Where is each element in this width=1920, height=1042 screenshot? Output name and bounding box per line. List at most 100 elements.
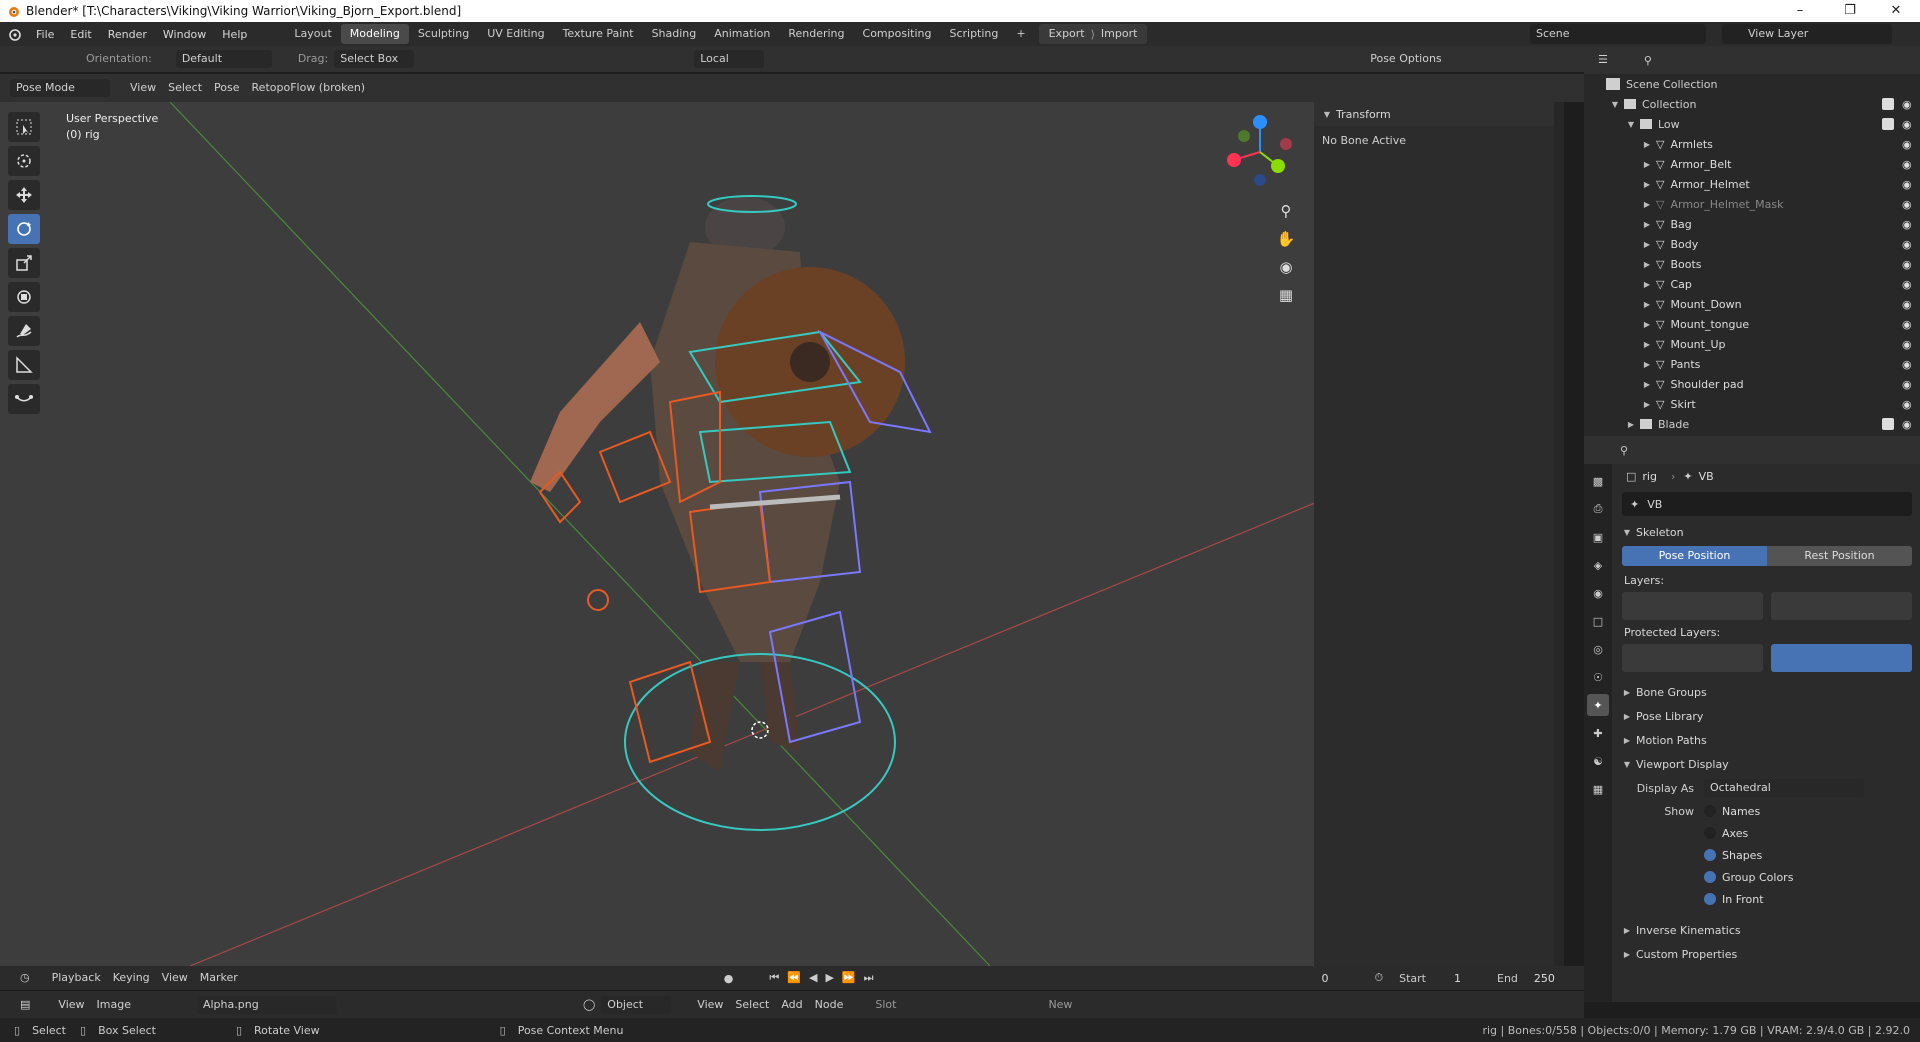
menu-marker[interactable]: Marker bbox=[194, 969, 244, 987]
image-menu-image[interactable]: Image bbox=[91, 996, 137, 1014]
eye-icon[interactable]: ◉ bbox=[1902, 398, 1914, 411]
select-box-tool[interactable] bbox=[8, 112, 40, 142]
slot-dropdown[interactable]: Slot bbox=[869, 996, 902, 1014]
outliner-object-row[interactable]: ▶ ▽ Body ◉ bbox=[1584, 234, 1920, 254]
display-as-dropdown[interactable]: Octahedral bbox=[1704, 779, 1864, 797]
tab-rendering[interactable]: Rendering bbox=[779, 24, 853, 44]
mode-dropdown[interactable]: Pose Mode bbox=[10, 79, 110, 97]
filter-search-icon[interactable]: ⚲ bbox=[1644, 54, 1652, 67]
outliner-object-row[interactable]: ▶ ▽ Armor_Belt ◉ bbox=[1584, 154, 1920, 174]
menu-timeline-view[interactable]: View bbox=[156, 969, 194, 987]
checkbox-icon[interactable] bbox=[1704, 871, 1716, 883]
tab-compositing[interactable]: Compositing bbox=[854, 24, 941, 44]
tab-modeling[interactable]: Modeling bbox=[340, 24, 409, 44]
eye-icon[interactable]: ◉ bbox=[1902, 358, 1914, 371]
cursor-tool[interactable] bbox=[8, 146, 40, 176]
eye-icon[interactable]: ◉ bbox=[1902, 158, 1914, 171]
node-menu-add[interactable]: Add bbox=[775, 996, 808, 1014]
editor-type-icon[interactable]: ☰ bbox=[1592, 51, 1614, 69]
pivot-dropdown[interactable]: Local bbox=[694, 50, 765, 68]
show-option-row[interactable]: Axes bbox=[1614, 822, 1920, 844]
sidebar-tabs[interactable] bbox=[1554, 102, 1564, 966]
checkbox-icon[interactable] bbox=[1882, 118, 1894, 130]
motion-paths-panel[interactable]: ▶ Motion Paths bbox=[1614, 728, 1920, 752]
annotate-tool[interactable] bbox=[8, 316, 40, 346]
tab-scripting[interactable]: Scripting bbox=[940, 24, 1007, 44]
constraints-tab-icon[interactable]: ☉ bbox=[1587, 666, 1609, 688]
outliner-low[interactable]: ▼ Low ◉ bbox=[1584, 114, 1920, 134]
retopoflow-menu[interactable]: RetopoFlow (broken) bbox=[246, 79, 372, 97]
eye-icon[interactable]: ◉ bbox=[1902, 178, 1914, 191]
pose-options-dropdown[interactable]: Pose Options bbox=[1364, 50, 1447, 68]
add-workspace-icon[interactable]: + bbox=[1007, 24, 1034, 44]
menu-edit[interactable]: Edit bbox=[62, 28, 99, 41]
world-tab-icon[interactable]: ◉ bbox=[1587, 582, 1609, 604]
inverse-kinematics-panel[interactable]: ▶ Inverse Kinematics bbox=[1614, 918, 1920, 942]
zoom-icon[interactable]: ⚲ bbox=[1276, 202, 1296, 230]
editor-type-icon[interactable]: ◷ bbox=[14, 969, 36, 987]
scale-tool[interactable] bbox=[8, 248, 40, 278]
outliner-object-row[interactable]: ▶ ▽ Skirt ◉ bbox=[1584, 394, 1920, 414]
outliner-object-row[interactable]: ▶ ▽ Mount_Up ◉ bbox=[1584, 334, 1920, 354]
scene-selector[interactable]: Scene bbox=[1530, 24, 1706, 44]
blender-menu-icon[interactable] bbox=[0, 27, 28, 41]
skeleton-panel-header[interactable]: ▼ Skeleton bbox=[1614, 520, 1920, 544]
node-menu-select[interactable]: Select bbox=[729, 996, 775, 1014]
eye-icon[interactable]: ◉ bbox=[1902, 238, 1914, 251]
outliner-object-row[interactable]: ▶ ▽ Cap ◉ bbox=[1584, 274, 1920, 294]
menu-render[interactable]: Render bbox=[100, 28, 155, 41]
outliner-blade[interactable]: ▶ Blade ◉ bbox=[1584, 414, 1920, 434]
node-menu-view[interactable]: View bbox=[691, 996, 729, 1014]
rest-position-button[interactable]: Rest Position bbox=[1767, 546, 1912, 566]
outliner-collection[interactable]: ▼ Collection ◉ bbox=[1584, 94, 1920, 114]
close-icon[interactable]: ✕ bbox=[1876, 0, 1916, 22]
eye-icon[interactable]: ◉ bbox=[1902, 138, 1914, 151]
node-editor-type-icon[interactable]: ◯ bbox=[577, 996, 601, 1014]
camera-icon[interactable]: ◉ bbox=[1276, 258, 1296, 286]
checkbox-icon[interactable] bbox=[1704, 893, 1716, 905]
transform-tool[interactable] bbox=[8, 282, 40, 312]
outliner-object-row[interactable]: ▶ ▽ Armor_Helmet_Mask ◉ bbox=[1584, 194, 1920, 214]
eye-icon[interactable]: ◉ bbox=[1902, 418, 1914, 431]
outliner-object-row[interactable]: ▶ ▽ Armor_Helmet ◉ bbox=[1584, 174, 1920, 194]
physics-tab-icon[interactable]: ◎ bbox=[1587, 638, 1609, 660]
drag-dropdown[interactable]: Select Box bbox=[334, 50, 415, 68]
output-tab-icon[interactable]: ⎙ bbox=[1587, 498, 1609, 520]
node-menu-node[interactable]: Node bbox=[809, 996, 850, 1014]
bone-tool[interactable] bbox=[8, 384, 40, 414]
bone-constraints-tab-icon[interactable]: ☯ bbox=[1587, 750, 1609, 772]
protected-layers-grid[interactable] bbox=[1622, 644, 1912, 672]
navigation-gizmo[interactable] bbox=[1220, 112, 1300, 192]
outliner-object-row[interactable]: ▶ ▽ Bag ◉ bbox=[1584, 214, 1920, 234]
new-material-button[interactable]: New bbox=[1042, 996, 1078, 1014]
menu-keying[interactable]: Keying bbox=[107, 969, 156, 987]
object-tab-icon[interactable]: □ bbox=[1587, 610, 1609, 632]
tab-uv-editing[interactable]: UV Editing bbox=[478, 24, 553, 44]
eye-icon[interactable]: ◉ bbox=[1902, 378, 1914, 391]
menu-window[interactable]: Window bbox=[155, 28, 214, 41]
menu-playback[interactable]: Playback bbox=[46, 969, 107, 987]
eye-icon[interactable]: ◉ bbox=[1902, 98, 1914, 111]
eye-icon[interactable]: ◉ bbox=[1902, 298, 1914, 311]
rotate-tool[interactable] bbox=[8, 214, 40, 244]
pan-hand-icon[interactable]: ✋ bbox=[1276, 230, 1296, 258]
pose-library-panel[interactable]: ▶ Pose Library bbox=[1614, 704, 1920, 728]
tab-layout[interactable]: Layout bbox=[285, 24, 340, 44]
restore-icon[interactable]: ❐ bbox=[1830, 0, 1870, 22]
menu-select[interactable]: Select bbox=[162, 79, 208, 97]
outliner-object-row[interactable]: ▶ ▽ Pants ◉ bbox=[1584, 354, 1920, 374]
end-frame[interactable]: 250 bbox=[1534, 972, 1555, 985]
menu-help[interactable]: Help bbox=[214, 28, 255, 41]
show-option-row[interactable]: Show Names bbox=[1614, 800, 1920, 822]
show-option-row[interactable]: In Front bbox=[1614, 888, 1920, 910]
checkbox-icon[interactable] bbox=[1882, 418, 1894, 430]
menu-view[interactable]: View bbox=[124, 79, 162, 97]
custom-properties-panel[interactable]: ▶ Custom Properties bbox=[1614, 942, 1920, 966]
menu-file[interactable]: File bbox=[28, 28, 62, 41]
armature-datablock[interactable]: ✦ VB bbox=[1622, 492, 1912, 516]
orientation-dropdown[interactable]: Default bbox=[175, 50, 272, 68]
image-editor-type-icon[interactable]: ▤ bbox=[14, 996, 36, 1014]
import-button[interactable]: Import bbox=[1095, 25, 1144, 43]
record-icon[interactable]: ● bbox=[724, 972, 734, 985]
tab-texture-paint[interactable]: Texture Paint bbox=[554, 24, 643, 44]
